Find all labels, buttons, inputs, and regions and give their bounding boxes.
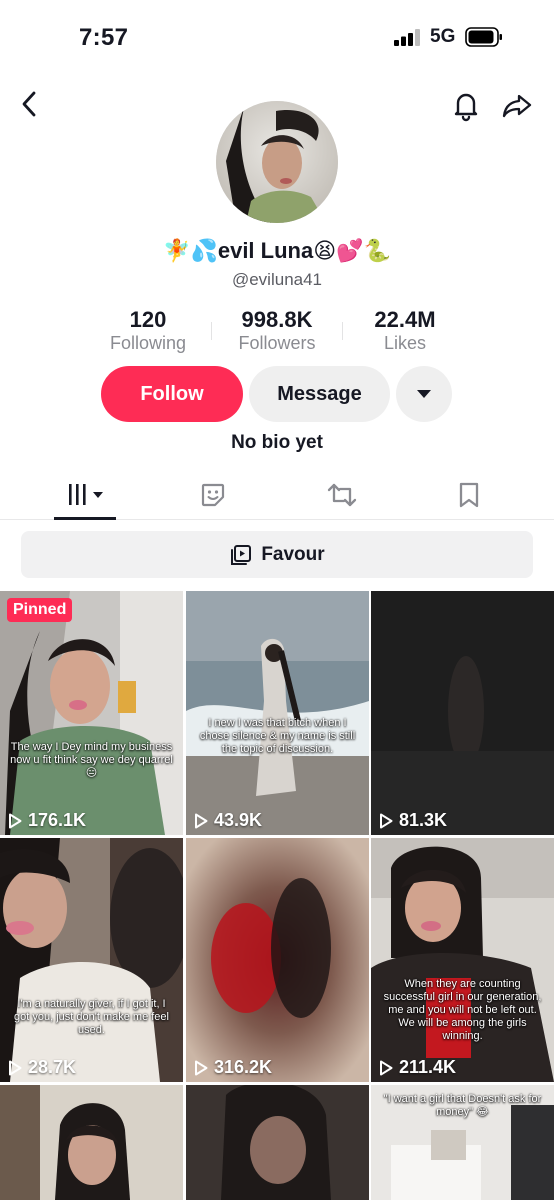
view-count-label: 211.4K [399, 1057, 457, 1077]
video-thumbnail[interactable]: "I want a girl that Doesn't ask for mone… [371, 1085, 554, 1200]
suggested-accounts-button[interactable] [396, 366, 452, 422]
status-time: 7:57 [79, 24, 129, 51]
video-caption: The way I Dey mind my business now u fit… [10, 741, 173, 779]
tab-videos[interactable] [58, 478, 112, 512]
stat-followers-value: 998.8K [241, 307, 313, 332]
back-arrow-icon[interactable] [14, 88, 46, 120]
stat-divider [342, 322, 343, 340]
video-preview-image [0, 1085, 183, 1200]
video-preview-image [186, 591, 369, 835]
repost-icon [327, 483, 357, 507]
favorites-sticker-icon [201, 483, 225, 507]
video-thumbnail[interactable]: I new I was that bitch when I chose sile… [186, 591, 369, 835]
view-count: 28.7K [8, 1057, 76, 1078]
active-tab-indicator [54, 517, 116, 520]
stat-following[interactable]: 120 Following [97, 308, 199, 354]
view-count-label: 316.2K [214, 1057, 273, 1077]
video-thumbnail[interactable]: Pinned The way I Dey mind my business no… [0, 591, 183, 835]
view-count-label: 81.3K [399, 810, 448, 830]
video-caption: "I want a girl that Doesn't ask for mone… [383, 1093, 542, 1118]
play-icon [195, 813, 208, 828]
battery-icon [465, 27, 502, 47]
playlist-icon [231, 544, 252, 565]
video-thumbnail[interactable]: 316.2K [186, 838, 369, 1082]
view-count: 176.1K [8, 810, 86, 831]
view-count: 43.9K [194, 810, 262, 831]
signal-icon [394, 29, 420, 46]
play-icon [9, 1060, 22, 1075]
tab-bookmarks[interactable] [452, 478, 486, 512]
video-thumbnail[interactable]: 81.3K [371, 591, 554, 835]
avatar[interactable] [216, 101, 338, 223]
stat-following-label: Following [109, 333, 187, 353]
pinned-badge: Pinned [7, 598, 73, 622]
stat-followers-label: Followers [238, 333, 316, 353]
stat-following-value: 120 [129, 307, 167, 332]
network-label: 5G [430, 26, 456, 47]
video-preview-image [371, 591, 554, 835]
stat-divider [211, 322, 212, 340]
stat-likes: 22.4M Likes [359, 308, 451, 354]
video-preview-image [186, 838, 369, 1082]
display-name: 🧚💦evil Luna😫💕🐍 [163, 238, 391, 263]
video-caption: I new I was that bitch when I chose sile… [199, 717, 356, 755]
content-tabs [0, 470, 554, 520]
status-bar: 7:57 5G [0, 0, 554, 78]
share-arrow-icon[interactable] [500, 88, 534, 122]
caret-down-icon [417, 390, 431, 398]
bookmark-icon [459, 482, 479, 508]
video-preview-image [371, 838, 554, 1082]
playlist-label: Favour [261, 543, 325, 565]
tab-favorites[interactable] [195, 478, 231, 512]
video-caption: When they are counting successful girl i… [383, 978, 542, 1042]
video-thumbnail[interactable] [0, 1085, 183, 1200]
video-preview-image [186, 1085, 369, 1200]
play-icon [9, 813, 22, 828]
video-thumbnail[interactable] [186, 1085, 369, 1200]
play-icon [380, 1060, 393, 1075]
play-icon [380, 813, 393, 828]
video-preview-image [0, 838, 183, 1082]
bio: No bio yet [231, 432, 323, 453]
bell-icon[interactable] [450, 88, 482, 122]
videos-grid-icon [69, 484, 103, 505]
playlist-favour[interactable]: Favour [21, 531, 533, 578]
view-count-label: 43.9K [214, 810, 263, 830]
video-thumbnail[interactable]: When they are counting successful girl i… [371, 838, 554, 1082]
play-icon [195, 1060, 208, 1075]
stat-followers[interactable]: 998.8K Followers [224, 308, 330, 354]
profile-stats: 120 Following 998.8K Followers 22.4M Lik… [97, 308, 457, 354]
video-caption: I'm a naturally giver, if I got it, I go… [14, 998, 169, 1036]
username: @eviluna41 [231, 270, 323, 289]
view-count: 211.4K [379, 1057, 456, 1078]
stat-likes-label: Likes [383, 333, 427, 353]
stat-likes-value: 22.4M [374, 307, 436, 332]
follow-button[interactable]: Follow [101, 366, 243, 422]
message-button[interactable]: Message [249, 366, 390, 422]
view-count-label: 28.7K [28, 1057, 77, 1077]
video-preview-image [0, 591, 183, 835]
view-count-label: 176.1K [28, 810, 87, 830]
video-thumbnail[interactable]: I'm a naturally giver, if I got it, I go… [0, 838, 183, 1082]
tab-reposts[interactable] [324, 478, 360, 512]
avatar-photo [216, 101, 338, 223]
video-grid: Pinned The way I Dey mind my business no… [0, 591, 554, 1200]
view-count: 81.3K [379, 810, 447, 831]
view-count: 316.2K [194, 1057, 272, 1078]
